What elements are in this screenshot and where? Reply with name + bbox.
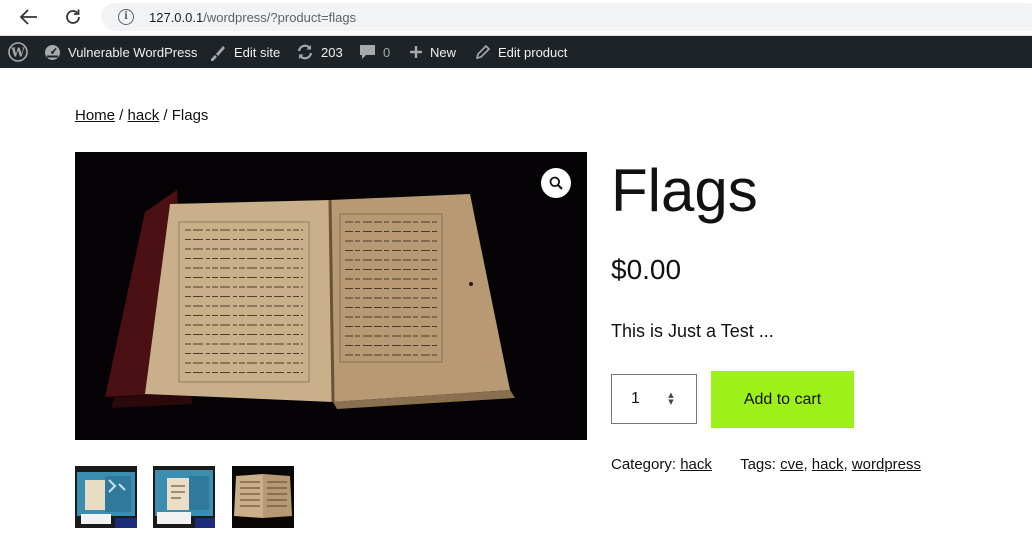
pencil-icon bbox=[475, 44, 491, 60]
comments-count: 0 bbox=[383, 44, 391, 60]
breadcrumb-separator: / bbox=[159, 107, 172, 124]
tag-separator: , bbox=[803, 456, 812, 473]
quantity-stepper: ▲ ▼ bbox=[611, 374, 697, 424]
category-label: Category: bbox=[611, 456, 681, 473]
thumbnail-image bbox=[153, 466, 215, 528]
url-host: 127.0.0.1 bbox=[149, 9, 204, 25]
wp-logo-menu[interactable]: W bbox=[8, 36, 28, 68]
edit-site-label: Edit site bbox=[234, 44, 281, 60]
breadcrumb-home-link[interactable]: Home bbox=[75, 107, 115, 124]
quantity-spinner[interactable]: ▲ ▼ bbox=[665, 391, 677, 407]
info-icon[interactable]: i bbox=[118, 9, 134, 25]
wp-admin-bar: W Vulnerable WordPress Edit site 203 0 N… bbox=[0, 36, 1032, 68]
reload-icon bbox=[66, 9, 80, 24]
new-content-menu[interactable]: New bbox=[409, 36, 456, 68]
tag-link[interactable]: wordpress bbox=[852, 456, 921, 473]
tag-link[interactable]: hack bbox=[812, 456, 844, 473]
edit-site-link[interactable]: Edit site bbox=[209, 36, 280, 68]
reload-button[interactable] bbox=[58, 3, 88, 31]
new-label: New bbox=[430, 44, 457, 60]
breadcrumb-current: Flags bbox=[171, 107, 209, 124]
updates-icon bbox=[296, 43, 314, 61]
product-short-description: This is Just a Test ... bbox=[611, 321, 774, 341]
product-meta: Category: hack Tags: cve, hack, wordpres… bbox=[611, 456, 921, 473]
updates-count: 203 bbox=[321, 44, 343, 60]
product-price: $0.00 bbox=[611, 254, 682, 285]
edit-product-link[interactable]: Edit product bbox=[475, 36, 567, 68]
arrow-left-icon bbox=[20, 9, 37, 25]
comment-bubble-icon bbox=[359, 44, 376, 60]
gallery-thumbnail[interactable] bbox=[232, 466, 294, 528]
magnifier-icon bbox=[549, 176, 563, 190]
address-bar[interactable]: i 127.0.0.1/wordpress/?product=flags bbox=[101, 3, 1032, 31]
svg-text:W: W bbox=[10, 46, 25, 60]
site-name-label: Vulnerable WordPress bbox=[68, 44, 198, 60]
wordpress-logo-icon: W bbox=[8, 42, 28, 62]
tags-block: Tags: cve, hack, wordpress bbox=[740, 456, 921, 473]
updates-link[interactable]: 203 bbox=[296, 36, 343, 68]
quantity-input[interactable] bbox=[612, 375, 696, 423]
breadcrumb-separator: / bbox=[115, 107, 128, 124]
dashboard-icon bbox=[44, 44, 61, 61]
breadcrumb-category-link[interactable]: hack bbox=[128, 107, 160, 124]
url-path: /wordpress/?product=flags bbox=[203, 9, 357, 25]
decrement-icon[interactable]: ▼ bbox=[668, 399, 673, 406]
manuscript-book-image bbox=[75, 152, 587, 440]
tag-link[interactable]: cve bbox=[780, 456, 803, 473]
category-link[interactable]: hack bbox=[680, 456, 712, 473]
site-name-menu[interactable]: Vulnerable WordPress bbox=[44, 36, 197, 68]
product-main-image[interactable] bbox=[75, 152, 587, 440]
product-title: Flags bbox=[611, 157, 758, 224]
edit-product-label: Edit product bbox=[498, 44, 568, 60]
thumbnail-image bbox=[75, 466, 137, 528]
thumbnail-image bbox=[232, 466, 294, 528]
zoom-button[interactable] bbox=[541, 168, 571, 198]
brush-icon bbox=[209, 44, 227, 61]
breadcrumb: Home / hack / Flags bbox=[75, 107, 208, 124]
gallery-thumbnail[interactable] bbox=[75, 466, 137, 528]
comments-link[interactable]: 0 bbox=[359, 36, 390, 68]
back-button[interactable] bbox=[14, 3, 44, 31]
tag-separator: , bbox=[843, 456, 852, 473]
plus-icon bbox=[409, 45, 423, 59]
add-to-cart-button[interactable]: Add to cart bbox=[711, 371, 854, 428]
browser-toolbar: i 127.0.0.1/wordpress/?product=flags bbox=[0, 0, 1032, 36]
url-text[interactable]: 127.0.0.1/wordpress/?product=flags bbox=[149, 10, 356, 25]
gallery-thumbnail[interactable] bbox=[153, 466, 215, 528]
tags-label: Tags: bbox=[740, 456, 781, 473]
